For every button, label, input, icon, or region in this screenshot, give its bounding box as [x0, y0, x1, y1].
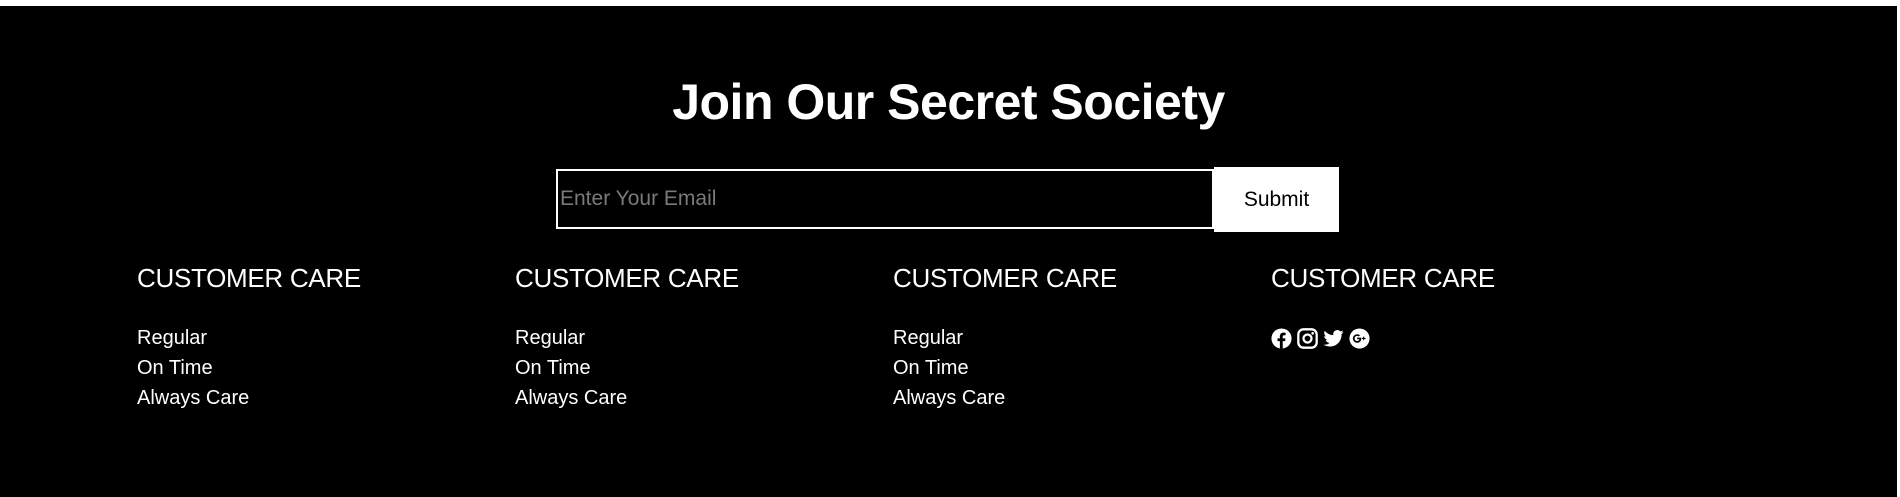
footer-link-on-time[interactable]: On Time	[137, 353, 249, 383]
column-title: CUSTOMER CARE	[137, 263, 361, 293]
footer-column-2: CUSTOMER CARE Regular On Time Always Car…	[515, 261, 875, 409]
email-input[interactable]	[556, 169, 1214, 229]
footer-link-on-time[interactable]: On Time	[893, 353, 1005, 383]
newsletter-heading: Join Our Secret Society	[672, 74, 1225, 130]
list-item: On Time	[893, 353, 1005, 383]
list-item: Regular	[893, 323, 1005, 353]
column-title: CUSTOMER CARE	[515, 263, 739, 293]
twitter-icon[interactable]	[1323, 328, 1344, 349]
list-item: Always Care	[137, 383, 249, 413]
footer-column-3: CUSTOMER CARE Regular On Time Always Car…	[893, 261, 1253, 409]
google-plus-icon[interactable]	[1349, 328, 1370, 349]
footer-link-regular[interactable]: Regular	[137, 323, 249, 353]
footer-link-always-care[interactable]: Always Care	[893, 383, 1005, 413]
facebook-icon[interactable]	[1271, 328, 1292, 349]
social-links	[1271, 328, 1370, 349]
instagram-icon[interactable]	[1297, 328, 1318, 349]
list-item: On Time	[515, 353, 627, 383]
column-title: CUSTOMER CARE	[893, 263, 1117, 293]
footer-column-1: CUSTOMER CARE Regular On Time Always Car…	[137, 261, 497, 409]
footer-link-on-time[interactable]: On Time	[515, 353, 627, 383]
footer-link-always-care[interactable]: Always Care	[515, 383, 627, 413]
list-item: On Time	[137, 353, 249, 383]
footer-column-4: CUSTOMER CARE	[1271, 261, 1631, 349]
column-title: CUSTOMER CARE	[1271, 263, 1495, 293]
list-item: Always Care	[893, 383, 1005, 413]
footer-link-regular[interactable]: Regular	[515, 323, 627, 353]
link-list: Regular On Time Always Care	[893, 323, 1005, 413]
submit-button[interactable]: Submit	[1214, 167, 1339, 232]
link-list: Regular On Time Always Care	[515, 323, 627, 413]
site-footer: Join Our Secret Society Submit CUSTOMER …	[0, 6, 1897, 497]
footer-link-regular[interactable]: Regular	[893, 323, 1005, 353]
list-item: Regular	[137, 323, 249, 353]
list-item: Always Care	[515, 383, 627, 413]
link-list: Regular On Time Always Care	[137, 323, 249, 413]
footer-link-always-care[interactable]: Always Care	[137, 383, 249, 413]
list-item: Regular	[515, 323, 627, 353]
